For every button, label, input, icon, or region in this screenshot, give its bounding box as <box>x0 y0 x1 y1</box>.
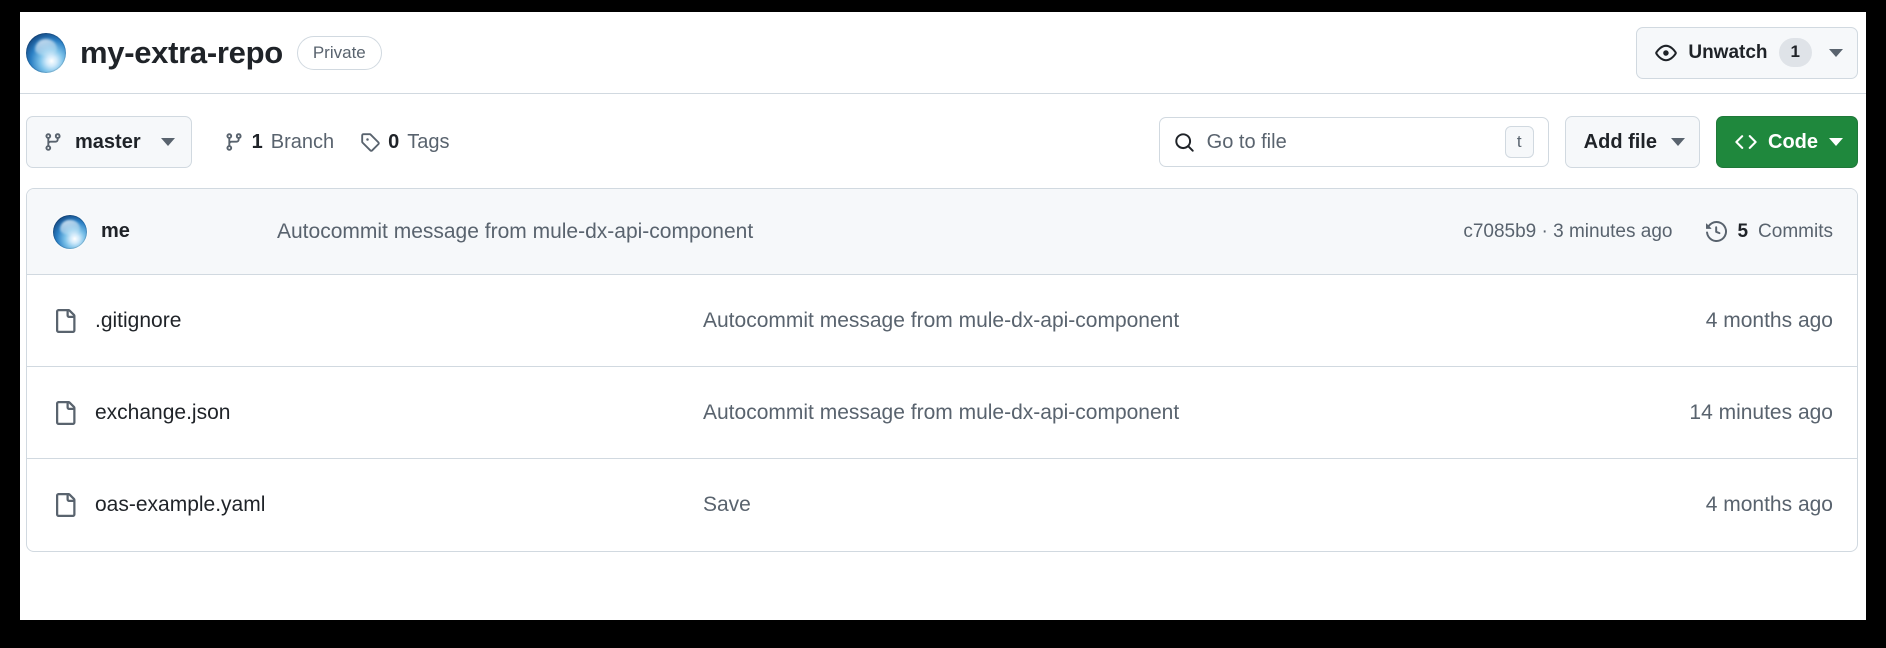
file-name-link[interactable]: exchange.json <box>95 401 230 425</box>
commit-author-name[interactable]: me <box>101 220 130 243</box>
repository-title-group: my-extra-repo Private <box>26 33 382 73</box>
tag-count-value: 0 <box>388 131 399 154</box>
repository-page: my-extra-repo Private Unwatch 1 <box>20 12 1866 620</box>
history-clock-icon <box>1706 221 1727 242</box>
commit-count-label: Commits <box>1758 221 1833 243</box>
branch-selector-button[interactable]: master <box>26 116 192 168</box>
latest-commit-message[interactable]: Autocommit message from mule-dx-api-comp… <box>277 220 1443 244</box>
search-shortcut-badge: t <box>1505 126 1534 158</box>
table-row[interactable]: oas-example.yaml Save 4 months ago <box>27 459 1857 551</box>
eye-icon <box>1655 42 1677 64</box>
add-file-button[interactable]: Add file <box>1565 116 1700 168</box>
toolbar-actions: Go to file t Add file Code <box>1159 116 1858 168</box>
tag-count-link[interactable]: 0 Tags <box>360 131 449 154</box>
git-branch-icon <box>43 132 63 152</box>
code-label: Code <box>1768 131 1818 154</box>
repository-toolbar: master 1 Branch 0 Tags <box>20 94 1866 188</box>
code-button[interactable]: Code <box>1716 116 1858 168</box>
branch-count-label: Branch <box>271 131 334 154</box>
file-commit-message[interactable]: Autocommit message from mule-dx-api-comp… <box>703 401 1603 425</box>
file-icon <box>53 493 77 517</box>
latest-commit-meta: c7085b9 · 3 minutes ago 5 Commits <box>1463 221 1833 243</box>
chevron-down-icon <box>1829 138 1843 146</box>
file-updated-time: 4 months ago <box>1603 493 1833 517</box>
commit-count-value: 5 <box>1737 221 1748 243</box>
tag-count-label: Tags <box>407 131 449 154</box>
file-icon <box>53 309 77 333</box>
search-input[interactable]: Go to file <box>1207 131 1493 154</box>
wave-avatar-icon <box>26 33 66 73</box>
file-name-cell: oas-example.yaml <box>53 493 703 517</box>
latest-commit-bar: me Autocommit message from mule-dx-api-c… <box>27 189 1857 275</box>
unwatch-label: Unwatch <box>1688 42 1767 64</box>
file-name-cell: exchange.json <box>53 401 703 425</box>
file-commit-message[interactable]: Autocommit message from mule-dx-api-comp… <box>703 309 1603 333</box>
branch-name-label: master <box>75 131 141 154</box>
file-icon <box>53 401 77 425</box>
repository-header: my-extra-repo Private Unwatch 1 <box>20 12 1866 94</box>
branch-count-link[interactable]: 1 Branch <box>224 131 335 154</box>
refs-stats: 1 Branch 0 Tags <box>224 131 450 154</box>
file-name-link[interactable]: oas-example.yaml <box>95 493 265 517</box>
wave-avatar-icon <box>53 215 87 249</box>
tag-icon <box>360 132 380 152</box>
file-updated-time: 4 months ago <box>1603 309 1833 333</box>
chevron-down-icon <box>161 138 175 146</box>
status-badge-visibility: Private <box>297 36 382 70</box>
git-branch-icon <box>224 132 244 152</box>
commit-history-link[interactable]: 5 Commits <box>1706 221 1833 243</box>
file-commit-message[interactable]: Save <box>703 493 1603 517</box>
chevron-down-icon <box>1671 138 1685 146</box>
code-brackets-icon <box>1735 131 1757 153</box>
go-to-file-search[interactable]: Go to file t <box>1159 117 1549 167</box>
add-file-label: Add file <box>1584 131 1657 154</box>
page-title[interactable]: my-extra-repo <box>80 35 283 71</box>
commit-hash-and-time[interactable]: c7085b9 · 3 minutes ago <box>1463 221 1672 243</box>
file-list-table: me Autocommit message from mule-dx-api-c… <box>26 188 1858 552</box>
file-name-cell: .gitignore <box>53 309 703 333</box>
watcher-count: 1 <box>1779 38 1812 66</box>
table-row[interactable]: exchange.json Autocommit message from mu… <box>27 367 1857 459</box>
unwatch-button[interactable]: Unwatch 1 <box>1636 27 1858 79</box>
chevron-down-icon <box>1829 49 1843 57</box>
commit-author[interactable]: me <box>53 215 277 249</box>
file-updated-time: 14 minutes ago <box>1603 401 1833 425</box>
table-row[interactable]: .gitignore Autocommit message from mule-… <box>27 275 1857 367</box>
search-icon <box>1174 132 1195 153</box>
header-actions: Unwatch 1 <box>1636 27 1858 79</box>
branch-count-value: 1 <box>252 131 263 154</box>
file-name-link[interactable]: .gitignore <box>95 309 181 333</box>
